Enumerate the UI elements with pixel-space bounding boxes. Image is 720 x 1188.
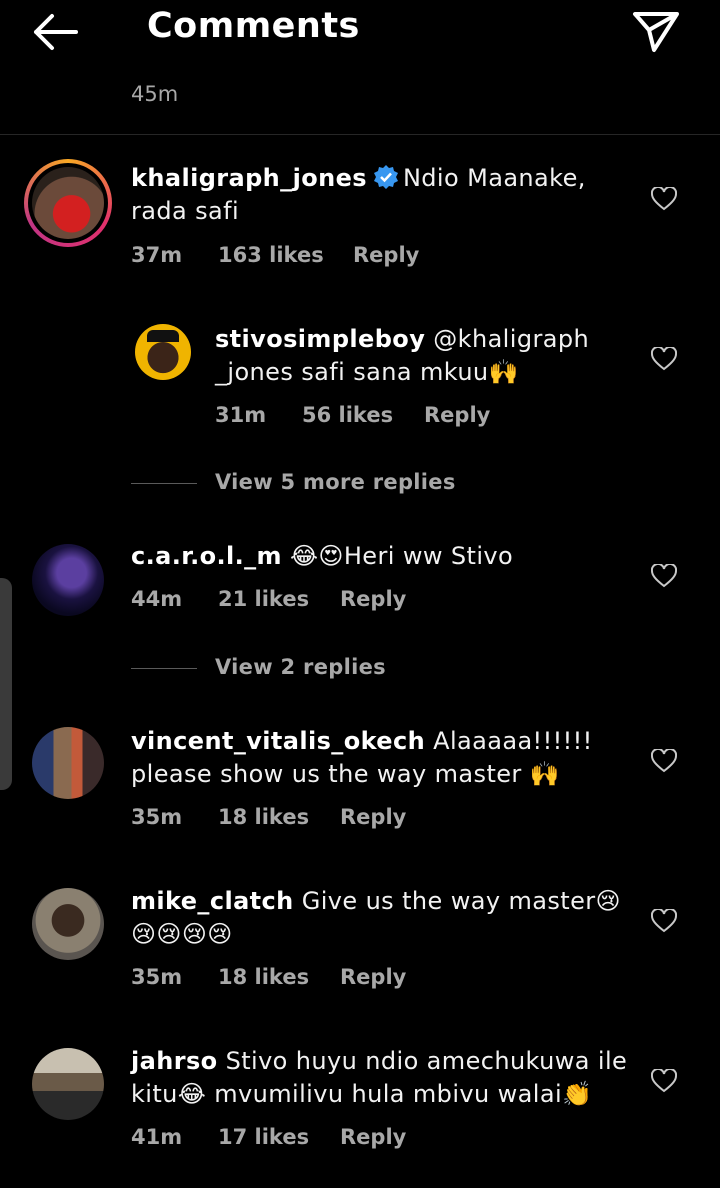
comment-meta: 35m 18 likes Reply [131, 805, 451, 833]
comment-item: c.a.r.o.l._m 😂😍Heri ww Stivo 44m 21 like… [0, 536, 720, 636]
comment-meta: 31m 56 likes Reply [215, 403, 545, 431]
avatar[interactable] [32, 544, 104, 616]
comment-text-line2: please show us the way master 🙌 [131, 760, 561, 788]
view-more-replies[interactable]: View 5 more replies [131, 470, 455, 500]
likes-count[interactable]: 18 likes [218, 805, 309, 829]
heart-icon[interactable] [651, 187, 677, 211]
username[interactable]: jahrso [131, 1047, 218, 1075]
username[interactable]: mike_clatch [131, 887, 294, 915]
view-replies[interactable]: View 2 replies [131, 655, 431, 685]
comment-text: _jones safi sana mkuu🙌 [215, 358, 519, 386]
heart-icon[interactable] [651, 564, 677, 588]
comment-meta: 41m 17 likes Reply [131, 1125, 451, 1153]
avatar[interactable] [32, 888, 104, 960]
username[interactable]: vincent_vitalis_okech [131, 727, 425, 755]
edge-swipe-handle[interactable] [0, 578, 12, 790]
likes-count[interactable]: 18 likes [218, 965, 309, 989]
likes-count[interactable]: 21 likes [218, 587, 309, 611]
divider [0, 134, 720, 135]
avatar[interactable] [135, 324, 191, 380]
back-arrow-icon [34, 14, 78, 50]
avatar[interactable] [24, 159, 112, 247]
comment-meta: 37m 163 likes Reply [131, 243, 531, 271]
divider-line [131, 483, 197, 484]
comment-time: 31m [215, 403, 267, 427]
comment-text: Ndio Maanake, [402, 164, 586, 192]
comment-time: 41m [131, 1125, 183, 1149]
username[interactable]: stivosimpleboy [215, 325, 425, 353]
heart-icon[interactable] [651, 749, 677, 773]
comment-time: 37m [131, 243, 183, 267]
heart-icon[interactable] [651, 1069, 677, 1093]
heart-icon[interactable] [651, 909, 677, 933]
reply-button[interactable]: Reply [340, 587, 406, 611]
comment-item: jahrso Stivo huyu ndio amechukuwa ile ki… [0, 1042, 720, 1162]
reply-button[interactable]: Reply [424, 403, 490, 427]
likes-count[interactable]: 163 likes [218, 243, 324, 267]
comment-meta: 35m 18 likes Reply [131, 965, 451, 993]
reply-button[interactable]: Reply [353, 243, 419, 267]
comment-meta: 44m 21 likes Reply [131, 587, 451, 615]
comment-text-line2: 😢😢😢😢 [131, 920, 233, 948]
comment-text: 😂😍Heri ww Stivo [289, 542, 514, 570]
comment-time: 35m [131, 965, 183, 989]
reply-item: stivosimpleboy @khaligraph _jones safi s… [0, 318, 720, 448]
comment-time: 35m [131, 805, 183, 829]
username[interactable]: khaligraph_jones [131, 164, 367, 192]
comment-text: Stivo huyu ndio amechukuwa ile [225, 1047, 628, 1075]
heart-icon[interactable] [651, 347, 677, 371]
divider-line [131, 668, 197, 669]
send-icon [633, 12, 679, 52]
avatar[interactable] [32, 1048, 104, 1120]
comment-text: Alaaaaa!!!!!! [433, 727, 593, 755]
previous-comment-time: 45m [131, 82, 179, 106]
username[interactable]: c.a.r.o.l._m [131, 542, 282, 570]
comment-text-line2: rada safi [131, 197, 240, 225]
likes-count[interactable]: 17 likes [218, 1125, 309, 1149]
likes-count[interactable]: 56 likes [302, 403, 393, 427]
comment-item: vincent_vitalis_okech Alaaaaa!!!!!! plea… [0, 722, 720, 842]
comment-text-line2: kitu😂 mvumilivu hula mbivu walai👏 [131, 1080, 593, 1108]
comment-item: khaligraph_jones Ndio Maanake, rada safi … [0, 150, 720, 280]
back-button[interactable] [28, 10, 82, 54]
comment-time: 44m [131, 587, 183, 611]
view-more-label: View 5 more replies [215, 470, 456, 494]
reply-button[interactable]: Reply [340, 1125, 406, 1149]
send-button[interactable] [630, 8, 682, 56]
comment-text: Give us the way master😢 [301, 887, 621, 915]
mention-link[interactable]: @khaligraph [433, 325, 589, 353]
view-replies-label: View 2 replies [215, 655, 386, 679]
verified-badge-icon [373, 165, 398, 189]
reply-button[interactable]: Reply [340, 965, 406, 989]
reply-button[interactable]: Reply [340, 805, 406, 829]
avatar[interactable] [32, 727, 104, 799]
page-title: Comments [147, 6, 360, 46]
comment-item: mike_clatch Give us the way master😢 😢😢😢😢… [0, 882, 720, 1002]
